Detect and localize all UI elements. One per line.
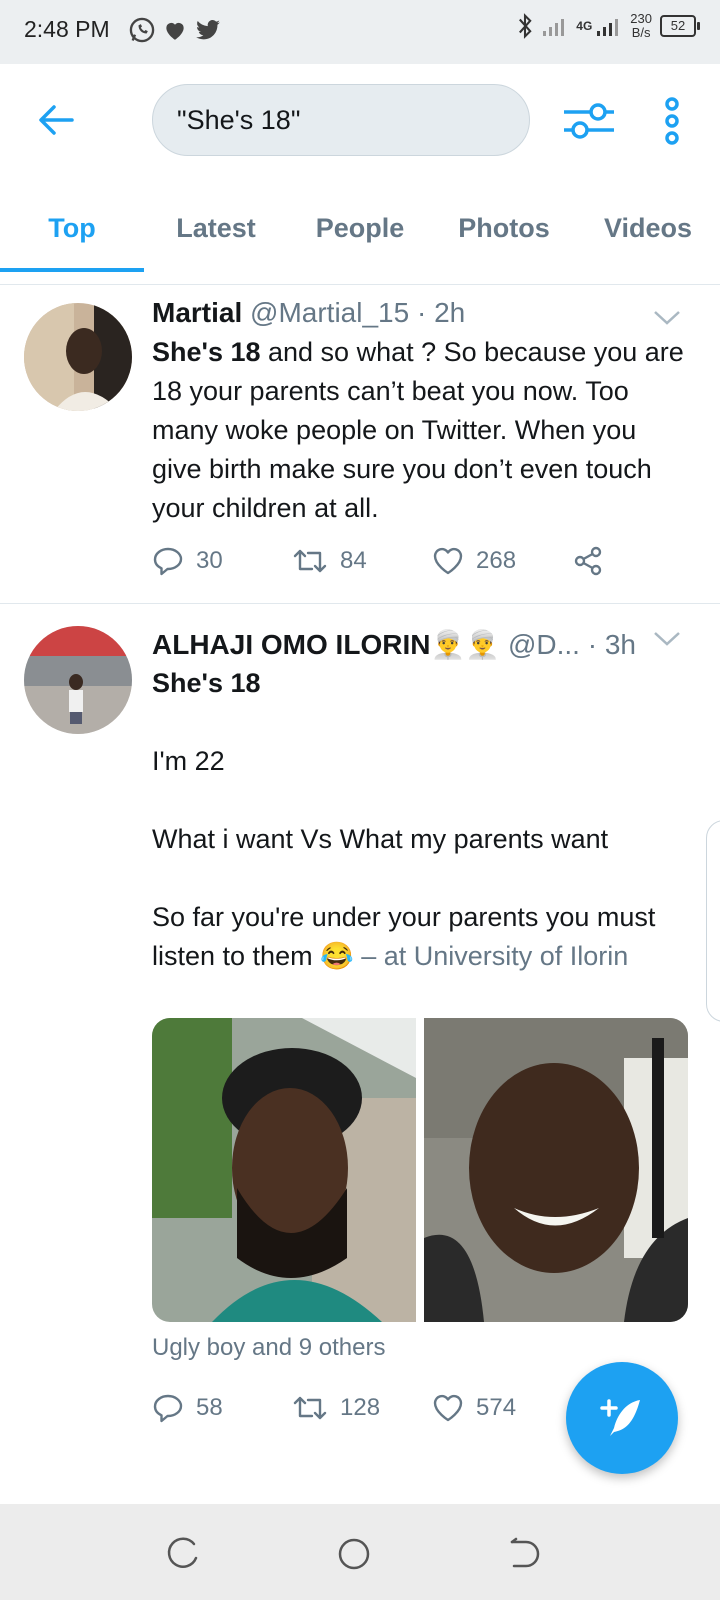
like-count: 574 — [476, 1394, 517, 1421]
tweet-actions: 30 84 268 — [152, 545, 612, 577]
author-name[interactable]: ALHAJI OMO ILORIN👳‍♂️👳‍♂️ — [152, 629, 500, 660]
back-nav-icon[interactable] — [504, 1534, 544, 1574]
avatar[interactable] — [24, 303, 132, 411]
reply-count: 30 — [196, 547, 223, 574]
signal-strong-icon — [597, 19, 619, 36]
tab-top[interactable]: Top — [0, 184, 144, 273]
system-nav-bar — [0, 1504, 720, 1600]
retweet-icon — [293, 1396, 327, 1420]
tab-people[interactable]: People — [288, 184, 432, 272]
photo-2[interactable] — [424, 1018, 688, 1322]
status-time: 2:48 PM — [24, 16, 110, 42]
signal-weak-icon — [543, 19, 565, 36]
retweet-button[interactable]: 84 — [292, 545, 432, 577]
status-bar: 2:48 PM 4G 230 B/s 52 — [0, 0, 720, 64]
heart-outline-icon — [433, 547, 463, 575]
reply-button[interactable]: 30 — [152, 545, 292, 577]
like-count: 268 — [476, 547, 517, 574]
tweet-time[interactable]: 3h — [605, 629, 636, 660]
share-button[interactable] — [572, 545, 612, 577]
avatar[interactable] — [24, 626, 132, 734]
tweet-line: What i want Vs What my parents want — [152, 824, 609, 854]
search-header: "She's 18" — [0, 64, 720, 184]
sliders-icon — [564, 103, 614, 139]
back-button[interactable] — [30, 94, 82, 146]
separator: · — [587, 629, 598, 660]
reply-button[interactable]: 58 — [152, 1392, 292, 1424]
reply-icon — [153, 1394, 183, 1423]
home-icon[interactable] — [334, 1534, 374, 1574]
liked-by-text[interactable]: Ugly boy and 9 others — [152, 1334, 385, 1362]
chevron-down-icon[interactable] — [652, 307, 682, 327]
status-app-icons — [128, 16, 222, 44]
tweet-time[interactable]: 2h — [434, 297, 465, 328]
tweet[interactable]: Martial @Martial_15 · 2h She's 18 and so… — [0, 285, 720, 604]
reply-icon — [153, 547, 183, 576]
retweet-count: 128 — [340, 1394, 381, 1421]
separator: · — [416, 297, 427, 328]
tab-videos[interactable]: Videos — [576, 184, 720, 272]
tweet-text: She's 18 I'm 22 What i want Vs What my p… — [152, 664, 692, 976]
tweet-actions: 58 128 574 — [152, 1392, 572, 1424]
tweet-header: Martial @Martial_15 · 2h — [152, 297, 465, 329]
reply-count: 58 — [196, 1394, 223, 1421]
divider — [0, 272, 720, 285]
tweet-text: She's 18 and so what ? So because you ar… — [152, 333, 692, 528]
arrow-left-icon — [39, 105, 74, 135]
more-vertical-icon — [665, 97, 679, 145]
network-4g-label: 4G — [576, 19, 593, 33]
share-icon — [574, 546, 602, 576]
bluetooth-icon — [519, 13, 532, 39]
twitter-icon — [196, 20, 220, 40]
tab-photos[interactable]: Photos — [432, 184, 576, 272]
tab-latest[interactable]: Latest — [144, 184, 288, 272]
more-options-button[interactable] — [652, 92, 692, 150]
battery-indicator: 52 — [660, 15, 700, 37]
media-grid — [152, 1018, 688, 1322]
recent-apps-icon[interactable] — [164, 1534, 204, 1574]
chevron-down-icon[interactable] — [652, 628, 682, 648]
filter-button[interactable] — [560, 92, 618, 150]
tweet-line: She's 18 — [152, 668, 261, 698]
photo-1[interactable] — [152, 1018, 416, 1322]
side-card-edge — [706, 820, 720, 1022]
network-speed-unit: B/s — [631, 25, 651, 40]
like-button[interactable]: 574 — [432, 1392, 572, 1424]
author-handle[interactable]: @D... — [508, 629, 580, 660]
tweet-header: ALHAJI OMO ILORIN👳‍♂️👳‍♂️ @D... · 3h — [152, 628, 652, 661]
network-speed: 230 B/s — [630, 12, 652, 40]
retweet-count: 84 — [340, 547, 367, 574]
search-highlight: She's 18 — [152, 337, 261, 367]
network-speed-value: 230 — [630, 11, 652, 26]
tweet-line: I'm 22 — [152, 746, 225, 776]
retweet-icon — [293, 549, 327, 573]
location-link[interactable]: – at University of Ilorin — [354, 941, 628, 971]
search-tabs: Top Latest People Photos Videos — [0, 184, 720, 273]
feather-plus-icon — [600, 1399, 640, 1436]
author-handle[interactable]: @Martial_15 — [250, 297, 409, 328]
status-indicators: 4G 230 B/s 52 — [516, 12, 700, 40]
like-button[interactable]: 268 — [432, 545, 572, 577]
heart-icon — [166, 22, 184, 40]
compose-tweet-button[interactable] — [566, 1362, 678, 1474]
whatsapp-icon — [129, 17, 155, 43]
heart-outline-icon — [433, 1394, 463, 1422]
retweet-button[interactable]: 128 — [292, 1392, 432, 1424]
search-input[interactable]: "She's 18" — [152, 84, 530, 156]
author-name[interactable]: Martial — [152, 297, 242, 328]
